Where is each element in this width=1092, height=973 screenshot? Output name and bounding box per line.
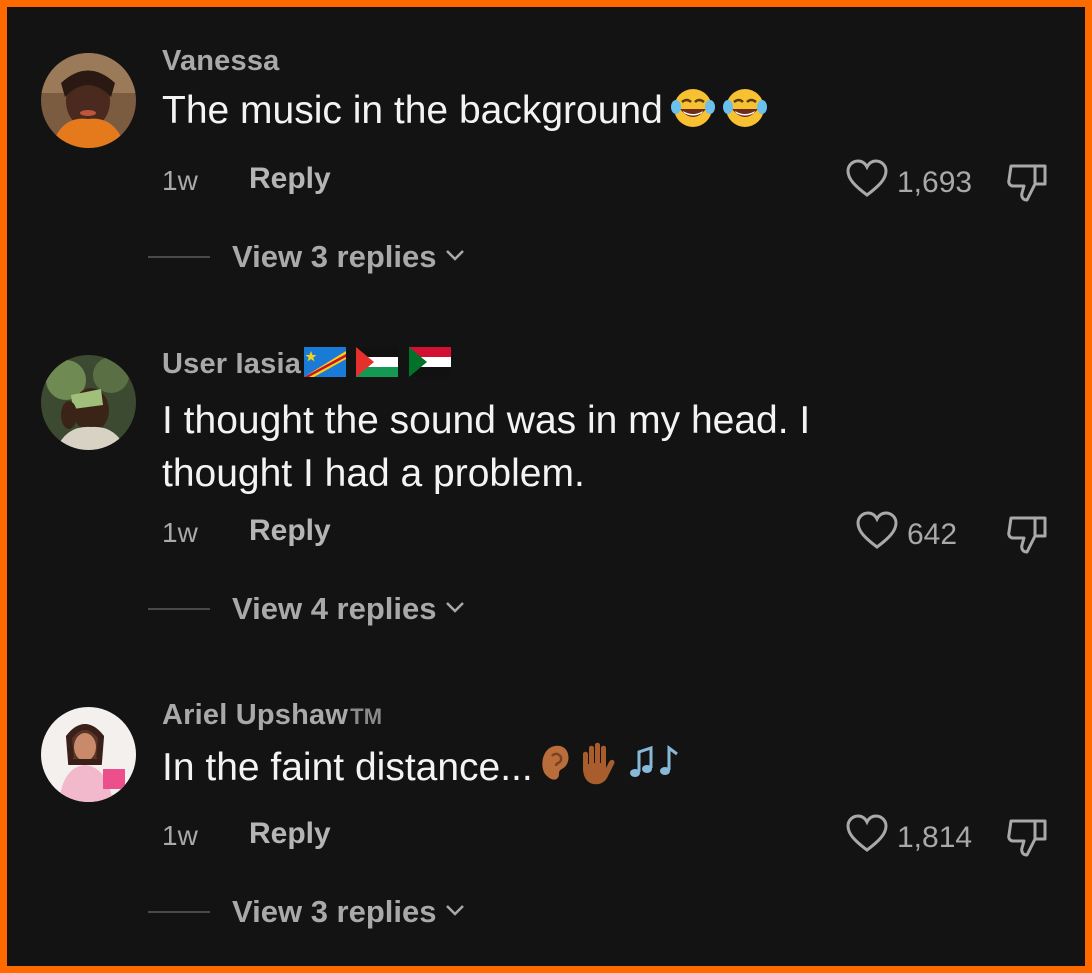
comment-timestamp: 1w <box>162 517 198 548</box>
heart-outline-icon <box>855 511 907 559</box>
reply-button[interactable]: Reply <box>249 162 331 196</box>
chevron-down-icon <box>445 600 465 619</box>
dislike-button[interactable] <box>1005 815 1051 864</box>
view-replies-button[interactable]: View 3 replies <box>148 239 465 275</box>
chevron-down-icon <box>445 248 465 267</box>
flag-palestine-icon <box>356 347 399 377</box>
reply-button[interactable]: Reply <box>249 817 331 851</box>
like-button[interactable]: 642 <box>855 511 957 559</box>
comments-panel: Vanessa The music in the background 1w R… <box>7 7 1085 966</box>
view-replies-label: View 3 replies <box>232 894 437 929</box>
divider-line <box>148 911 210 913</box>
avatar[interactable] <box>41 355 136 450</box>
dislike-button[interactable] <box>1005 512 1051 561</box>
heart-outline-icon <box>845 814 897 862</box>
like-count: 1,814 <box>897 821 973 854</box>
trademark-label: TM <box>350 704 383 729</box>
comment-timestamp: 1w <box>162 820 198 851</box>
avatar[interactable] <box>41 707 136 802</box>
avatar[interactable] <box>41 53 136 148</box>
thumbs-down-outline-icon <box>1005 516 1051 560</box>
divider-line <box>148 256 210 258</box>
ear-hand-music-emoji-icon <box>535 740 687 800</box>
comment-username[interactable]: Ariel UpshawTM <box>162 699 382 732</box>
comment-text: The music in the background <box>162 84 1042 143</box>
laughing-tears-emoji-icon <box>670 87 775 143</box>
view-replies-button[interactable]: View 4 replies <box>148 591 465 627</box>
dislike-button[interactable] <box>1005 160 1051 209</box>
like-button[interactable]: 1,814 <box>845 814 972 862</box>
heart-outline-icon <box>845 159 897 207</box>
like-button[interactable]: 1,693 <box>845 159 972 207</box>
comment-text: I thought the sound was in my head. I th… <box>162 399 811 495</box>
flag-icons <box>304 347 453 385</box>
flag-dr-congo-icon <box>304 347 347 377</box>
comment-timestamp: 1w <box>162 165 198 196</box>
thumbs-down-outline-icon <box>1005 164 1051 208</box>
view-replies-button[interactable]: View 3 replies <box>148 894 465 930</box>
comment-username[interactable]: Vanessa <box>162 45 280 78</box>
view-replies-label: View 4 replies <box>232 591 437 626</box>
reply-button[interactable]: Reply <box>249 514 331 548</box>
thumbs-down-outline-icon <box>1005 819 1051 863</box>
like-count: 1,693 <box>897 166 973 199</box>
flag-sudan-icon <box>408 347 451 377</box>
chevron-down-icon <box>445 903 465 922</box>
comment-text: In the faint distance... <box>162 740 1042 800</box>
divider-line <box>148 608 210 610</box>
comment-username[interactable]: User Iasia <box>162 347 453 385</box>
view-replies-label: View 3 replies <box>232 239 437 274</box>
like-count: 642 <box>907 518 958 551</box>
